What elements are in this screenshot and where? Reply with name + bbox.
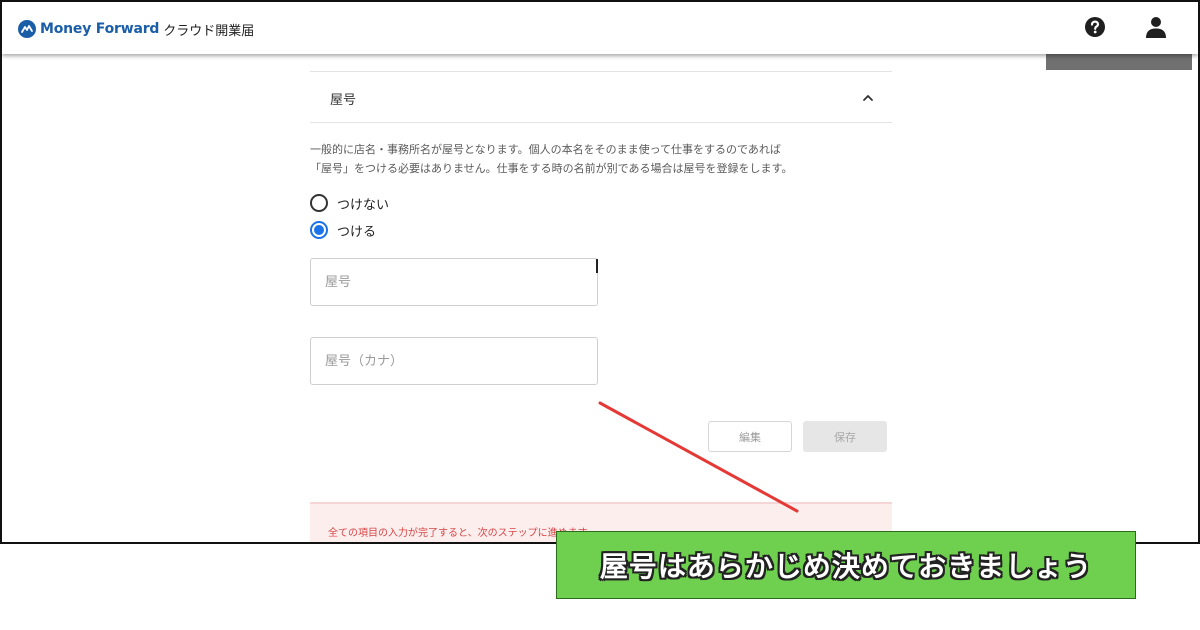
radio-button-unchecked[interactable] [310,194,328,212]
logo[interactable]: Money Forward クラウド開業届 [18,19,254,39]
user-menu-button[interactable] [1144,15,1168,39]
notice-text: 全ての項目の入力が完了すると、次のステップに進めます [328,528,588,539]
text-cursor [596,259,598,273]
radio-label: つけない [337,197,390,213]
radio-label: つける [337,224,377,240]
section-header-yago[interactable]: 屋号 [310,72,892,123]
side-panel-bar [1046,54,1192,70]
yago-input[interactable] [310,258,598,306]
description-line-2: 「屋号」をつける必要はありません。仕事をする時の名前が別である場合は屋号を登録を… [310,162,793,175]
section-title: 屋号 [330,93,357,108]
annotation-caption: 屋号はあらかじめ決めておきましょう [556,531,1136,599]
app-window: Money Forward クラウド開業届 屋号 一般的に店名・事務所名が屋号と… [0,0,1200,544]
radio-button-checked[interactable] [310,221,328,239]
yago-kana-input[interactable] [310,337,598,385]
logo-brand-text: Money Forward [40,21,160,37]
section-description: 一般的に店名・事務所名が屋号となります。個人の本名をそのまま使って仕事をするので… [310,140,892,178]
question-circle-icon [1085,17,1105,37]
app-header: Money Forward クラウド開業届 [2,2,1198,54]
money-forward-logo-icon [18,20,36,38]
caption-text: 屋号はあらかじめ決めておきましょう [599,550,1093,583]
description-line-1: 一般的に店名・事務所名が屋号となります。個人の本名をそのまま使って仕事をするので… [310,143,781,156]
edit-button[interactable]: 編集 [708,421,792,452]
user-icon [1146,17,1166,38]
stage: Money Forward クラウド開業届 屋号 一般的に店名・事務所名が屋号と… [0,0,1200,630]
radio-option-yes-yago[interactable]: つける [310,220,376,240]
radio-option-no-yago[interactable]: つけない [310,193,389,213]
chevron-up-icon[interactable] [861,91,875,105]
logo-product-text: クラウド開業届 [163,23,255,39]
help-button[interactable] [1084,16,1106,38]
save-button[interactable]: 保存 [803,421,887,452]
